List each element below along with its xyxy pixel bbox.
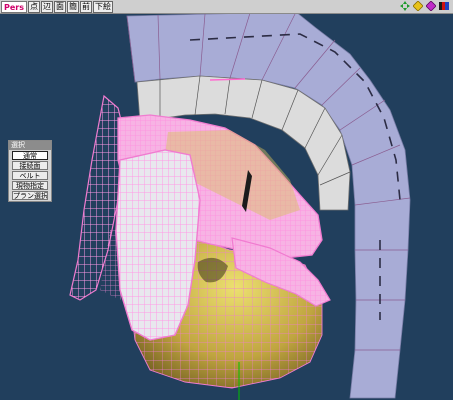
select-connected-button[interactable]: 接続面	[12, 161, 48, 170]
vertex-mode-button[interactable]: 点	[28, 0, 40, 13]
move-icon[interactable]	[400, 1, 410, 11]
edge-mode-button[interactable]: 辺	[41, 0, 53, 13]
select-specified-button[interactable]: 現物指定	[12, 181, 48, 190]
view-navigation	[400, 1, 449, 11]
rotate-icon[interactable]	[426, 1, 436, 11]
front-button[interactable]: 前	[80, 0, 92, 13]
face-mode-button[interactable]: 面	[54, 0, 66, 13]
select-belt-button[interactable]: ベルト	[12, 171, 48, 180]
view-mode-label[interactable]: Pers	[1, 0, 27, 13]
color-swatch-icon	[439, 1, 449, 11]
underlay-button[interactable]: 下絵	[93, 0, 113, 13]
toolbar: Pers 点 辺 面 簡 前 下絵	[0, 0, 453, 14]
select-normal-button[interactable]: 通常	[12, 151, 48, 160]
zoom-icon[interactable]	[413, 1, 423, 11]
select-panel: 選択 通常 接続面 ベルト 現物指定 プラン選択	[8, 140, 52, 202]
simple-mode-button[interactable]: 簡	[67, 0, 79, 13]
select-plan-button[interactable]: プラン選択	[12, 191, 48, 200]
3d-viewport[interactable]	[0, 0, 453, 400]
select-panel-title: 選択	[9, 141, 51, 150]
